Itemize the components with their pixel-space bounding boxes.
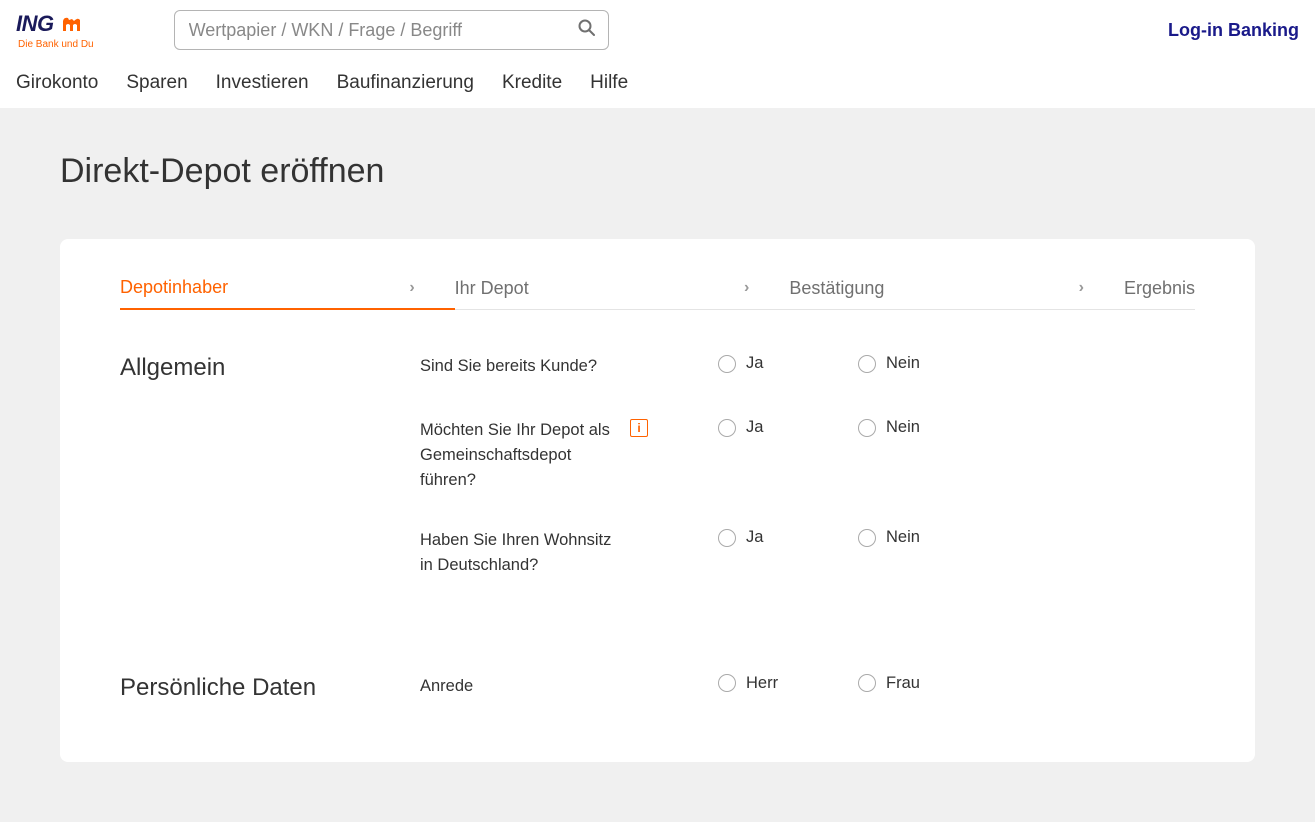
page-title: Direkt-Depot eröffnen (60, 152, 1255, 191)
field-label: Anrede (420, 674, 630, 699)
nav-sparen[interactable]: Sparen (126, 72, 187, 94)
steps: Depotinhaber › Ihr Depot › Bestätigung ›… (120, 267, 1195, 310)
radio-icon (858, 674, 876, 692)
search-icon[interactable] (578, 19, 595, 41)
field-label: Möchten Sie Ihr Depot als Gemeinschaftsd… (420, 418, 630, 492)
radio-joint-yes[interactable]: Ja (718, 418, 858, 437)
field-options: Ja Nein (658, 528, 1195, 547)
section-title: Persönliche Daten (120, 674, 420, 702)
radio-residence-yes[interactable]: Ja (718, 528, 858, 547)
info-icon[interactable]: i (630, 419, 648, 437)
radio-existing-no[interactable]: Nein (858, 354, 998, 373)
radio-salutation-herr[interactable]: Herr (718, 674, 858, 693)
radio-residence-no[interactable]: Nein (858, 528, 998, 547)
radio-salutation-frau[interactable]: Frau (858, 674, 998, 693)
radio-icon (718, 529, 736, 547)
search-box (174, 10, 609, 50)
radio-icon (718, 674, 736, 692)
field-label: Haben Sie Ihren Wohnsitz in Deutschland? (420, 528, 630, 578)
radio-icon (858, 419, 876, 437)
section-body: Sind Sie bereits Kunde? Ja Nein (420, 354, 1195, 614)
step-depotinhaber[interactable]: Depotinhaber › (120, 267, 455, 310)
step-label: Ergebnis (1124, 278, 1195, 299)
login-link[interactable]: Log-in Banking (1168, 20, 1299, 41)
nav-kredite[interactable]: Kredite (502, 72, 562, 94)
step-label: Depotinhaber (120, 277, 228, 298)
section-personal: Persönliche Daten Anrede Herr Frau (120, 674, 1195, 702)
radio-label: Ja (746, 528, 763, 547)
logo-text: ING (16, 11, 54, 37)
field-existing-customer: Sind Sie bereits Kunde? Ja Nein (420, 354, 1195, 382)
radio-label: Nein (886, 354, 920, 373)
radio-icon (718, 419, 736, 437)
field-label: Sind Sie bereits Kunde? (420, 354, 630, 379)
step-label: Ihr Depot (455, 278, 529, 299)
field-options: Ja Nein (658, 354, 1195, 373)
form-card: Depotinhaber › Ihr Depot › Bestätigung ›… (60, 239, 1255, 762)
step-ergebnis[interactable]: Ergebnis › (1124, 268, 1195, 309)
section-body: Anrede Herr Frau (420, 674, 1195, 702)
radio-icon (718, 355, 736, 373)
radio-label: Nein (886, 528, 920, 547)
section-allgemein: Allgemein Sind Sie bereits Kunde? Ja Nei… (120, 354, 1195, 614)
nav-baufinanzierung[interactable]: Baufinanzierung (337, 72, 474, 94)
radio-existing-yes[interactable]: Ja (718, 354, 858, 373)
field-residence-germany: Haben Sie Ihren Wohnsitz in Deutschland?… (420, 528, 1195, 578)
search-input[interactable] (174, 10, 609, 50)
header-top: ING Die Bank und Du Log-in Banking (16, 10, 1299, 62)
main: Direkt-Depot eröffnen Depotinhaber › Ihr… (0, 108, 1315, 822)
radio-icon (858, 529, 876, 547)
chevron-right-icon: › (744, 279, 749, 297)
radio-icon (858, 355, 876, 373)
logo[interactable]: ING Die Bank und Du (16, 11, 94, 50)
field-options: Ja Nein (658, 418, 1195, 437)
step-bestaetigung[interactable]: Bestätigung › (789, 268, 1124, 309)
step-ihr-depot[interactable]: Ihr Depot › (455, 268, 790, 309)
field-joint-depot: Möchten Sie Ihr Depot als Gemeinschaftsd… (420, 418, 1195, 492)
nav-investieren[interactable]: Investieren (216, 72, 309, 94)
radio-label: Ja (746, 418, 763, 437)
section-title: Allgemein (120, 354, 420, 614)
logo-tagline: Die Bank und Du (16, 39, 94, 50)
radio-label: Ja (746, 354, 763, 373)
main-nav: Girokonto Sparen Investieren Baufinanzie… (16, 62, 1299, 108)
chevron-right-icon: › (409, 279, 414, 297)
nav-girokonto[interactable]: Girokonto (16, 72, 98, 94)
chevron-right-icon: › (1079, 279, 1084, 297)
radio-joint-no[interactable]: Nein (858, 418, 998, 437)
radio-label: Nein (886, 418, 920, 437)
radio-label: Herr (746, 674, 778, 693)
header: ING Die Bank und Du Log-in Banking Girok… (0, 0, 1315, 108)
lion-icon (60, 15, 84, 33)
field-salutation: Anrede Herr Frau (420, 674, 1195, 702)
step-label: Bestätigung (789, 278, 884, 299)
field-options: Herr Frau (658, 674, 1195, 693)
nav-hilfe[interactable]: Hilfe (590, 72, 628, 94)
radio-label: Frau (886, 674, 920, 693)
